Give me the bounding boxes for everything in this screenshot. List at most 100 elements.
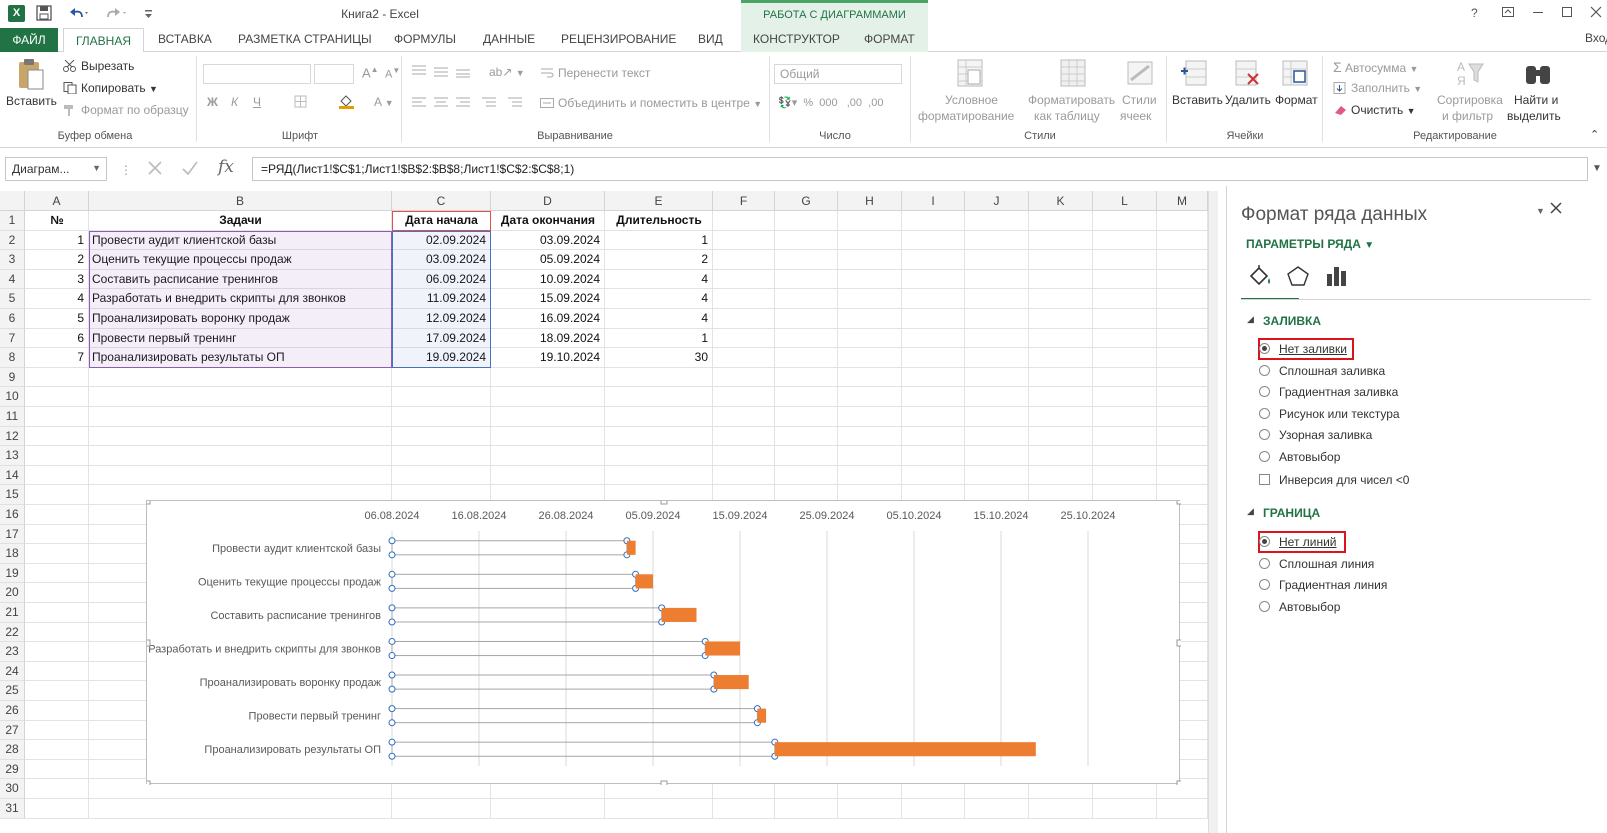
row-header[interactable]: 4 [0, 269, 25, 290]
cell[interactable] [838, 387, 902, 407]
cell[interactable] [902, 407, 965, 427]
row-header[interactable]: 11 [0, 407, 25, 427]
cell[interactable] [25, 407, 89, 427]
cell[interactable] [89, 387, 392, 407]
align-left-icon[interactable] [412, 96, 524, 113]
ribbon-display-icon[interactable] [1502, 6, 1514, 21]
cell[interactable] [491, 799, 605, 819]
cell[interactable] [491, 367, 605, 388]
cell[interactable] [25, 622, 89, 643]
cell[interactable] [25, 759, 89, 780]
cell[interactable] [1029, 367, 1093, 388]
cell[interactable] [775, 387, 838, 407]
row-header[interactable]: 15 [0, 485, 25, 505]
find-select-line1[interactable]: Найти и [1514, 93, 1558, 107]
data-cell[interactable]: 4 [605, 309, 713, 329]
autosum-button[interactable]: Σ Автосумма ▼ [1333, 59, 1418, 75]
insert-function-icon[interactable]: fx [218, 157, 234, 177]
cell[interactable] [838, 309, 902, 329]
border-collapse-icon[interactable]: ◢ [1247, 506, 1254, 517]
sign-in-link[interactable]: Вход [1585, 31, 1607, 45]
row-header[interactable]: 31 [0, 799, 25, 819]
column-header[interactable]: B [89, 191, 392, 211]
row-header[interactable]: 10 [0, 387, 25, 407]
column-header[interactable]: J [965, 191, 1029, 211]
row-header[interactable]: 23 [0, 642, 25, 662]
cell[interactable] [1029, 230, 1093, 251]
format-cells-icon[interactable] [1280, 58, 1310, 90]
expand-formula-icon[interactable]: ▼ [1592, 163, 1602, 174]
conditional-format-line1[interactable]: Условное [945, 93, 998, 107]
cell[interactable] [25, 779, 89, 799]
cell-styles-line2[interactable]: ячеек [1120, 109, 1151, 123]
tab-home[interactable]: ГЛАВНАЯ [63, 28, 144, 53]
fill-option[interactable]: Градиентная заливка [1259, 383, 1398, 401]
cut-button[interactable]: Вырезать [63, 59, 134, 73]
cell[interactable] [838, 407, 902, 427]
cell[interactable] [25, 603, 89, 623]
cell[interactable] [491, 465, 605, 486]
cell[interactable] [1157, 250, 1208, 270]
data-cell[interactable]: 1 [605, 230, 713, 251]
cell[interactable] [965, 269, 1029, 290]
column-header[interactable]: E [605, 191, 713, 211]
cell[interactable] [1029, 250, 1093, 270]
fill-option[interactable]: Рисунок или текстура [1259, 405, 1400, 423]
row-header[interactable]: 8 [0, 348, 25, 368]
border-section-header[interactable]: ГРАНИЦА [1263, 506, 1320, 520]
cell[interactable] [1157, 407, 1208, 427]
cell[interactable] [392, 446, 491, 466]
data-cell[interactable]: 4 [25, 289, 89, 309]
cell[interactable] [89, 426, 392, 447]
cell[interactable] [25, 544, 89, 564]
cell[interactable] [838, 465, 902, 486]
cell[interactable] [965, 309, 1029, 329]
cell[interactable] [25, 681, 89, 701]
column-header[interactable]: M [1157, 191, 1208, 211]
enter-icon[interactable] [180, 158, 200, 181]
cell[interactable] [965, 465, 1029, 486]
cancel-icon[interactable] [145, 158, 165, 181]
tab-data[interactable]: ДАННЫЕ [483, 32, 535, 46]
cell[interactable] [25, 367, 89, 388]
data-cell[interactable]: 3 [25, 269, 89, 290]
cell[interactable] [25, 661, 89, 682]
cell[interactable] [902, 465, 965, 486]
cell[interactable] [965, 211, 1029, 231]
cell[interactable] [1029, 426, 1093, 447]
border-option[interactable]: Градиентная линия [1259, 576, 1387, 594]
cell[interactable] [1029, 269, 1093, 290]
cell[interactable] [25, 426, 89, 447]
gantt-chart[interactable]: 06.08.2024 16.08.2024 26.08.2024 05.09.2024… [143, 497, 1184, 788]
data-cell[interactable]: 15.09.2024 [491, 289, 605, 309]
tab-file[interactable]: ФАЙЛ [0, 28, 58, 52]
cell[interactable] [1029, 387, 1093, 407]
orientation-icon[interactable]: ab↗ ▼ [489, 65, 525, 79]
clear-button[interactable]: Очистить ▼ [1333, 103, 1416, 117]
row-header[interactable]: 2 [0, 230, 25, 251]
data-cell[interactable]: 10.09.2024 [491, 269, 605, 290]
cell[interactable] [1093, 426, 1157, 447]
row-header[interactable]: 30 [0, 779, 25, 799]
column-header[interactable]: H [838, 191, 902, 211]
header-cell[interactable]: Задачи [89, 211, 392, 231]
data-cell[interactable]: 03.09.2024 [491, 230, 605, 251]
cell[interactable] [902, 387, 965, 407]
cell[interactable] [605, 465, 713, 486]
data-cell[interactable]: 30 [605, 348, 713, 368]
row-header[interactable]: 3 [0, 250, 25, 270]
close-icon[interactable] [1590, 6, 1602, 21]
cell[interactable] [1093, 465, 1157, 486]
fill-collapse-icon[interactable]: ◢ [1247, 314, 1254, 325]
header-cell[interactable]: Длительность [605, 211, 713, 231]
cell[interactable] [491, 426, 605, 447]
series-options-dropdown[interactable]: ПАРАМЕТРЫ РЯДА ▼ [1246, 237, 1374, 251]
cell[interactable] [605, 407, 713, 427]
data-cell[interactable]: 19.10.2024 [491, 348, 605, 368]
cell[interactable] [775, 289, 838, 309]
cell[interactable] [1157, 309, 1208, 329]
data-cell[interactable]: 6 [25, 328, 89, 349]
cell-styles-icon[interactable] [1125, 58, 1155, 90]
column-header[interactable]: G [775, 191, 838, 211]
cell[interactable] [965, 426, 1029, 447]
